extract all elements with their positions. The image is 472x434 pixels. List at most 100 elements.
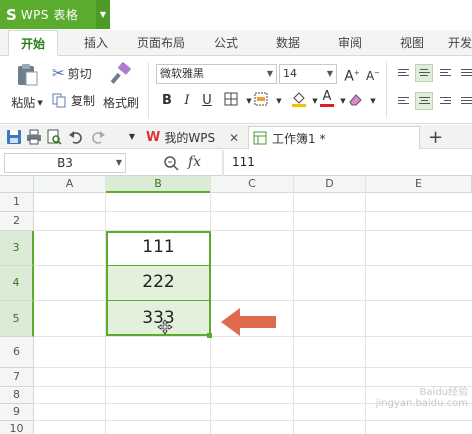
font-name-value: 微软雅黑 [160,67,204,80]
zoom-search-icon[interactable] [163,155,179,171]
tab-workbook1-label: 工作簿1 * [272,131,326,146]
tab-page-layout[interactable]: 页面布局 [130,30,192,56]
chevron-down-icon[interactable]: ▼ [96,0,110,29]
align-center-icon [419,97,430,106]
cut-label: 剪切 [67,66,92,81]
row-header-6[interactable]: 6 [0,337,34,368]
chevron-down-icon[interactable]: ▼ [124,129,140,145]
row-header-2[interactable]: 2 [0,212,34,231]
paint-bucket-icon [292,92,306,107]
align-center-button[interactable] [415,92,433,110]
name-box[interactable]: B3 ▼ [4,153,126,173]
copy-icon [52,93,66,108]
chevron-down-icon: ▼ [266,69,273,78]
tab-formulas[interactable]: 公式 [204,30,248,56]
align-right-icon [440,97,451,106]
row-header-3[interactable]: 3 [0,231,34,266]
paste-button[interactable]: 粘贴 ▼ [8,62,46,120]
watermark: Baidu经验 jingyan.baidu.com [330,383,468,423]
row-header-8[interactable]: 8 [0,387,34,404]
font-name-select[interactable]: 微软雅黑 ▼ [156,64,277,84]
close-icon[interactable]: ✕ [229,131,239,145]
formula-bar: B3 ▼ fx 111 [0,150,472,176]
eraser-icon [348,94,362,106]
wps-logo-icon: W [146,130,161,145]
tab-developer[interactable]: 开发 [448,30,472,56]
wrap-text-button[interactable] [457,64,472,82]
gridline [34,211,472,212]
column-header-a[interactable]: A [34,176,106,193]
undo-icon[interactable] [68,129,84,145]
cell-b3[interactable]: 111 [106,237,211,257]
chevron-down-icon[interactable]: ▼ [364,92,382,110]
arrow-left-icon [221,308,276,336]
tab-workbook1[interactable]: 工作簿1 * [248,126,420,149]
print-preview-icon[interactable] [46,129,62,145]
align-top-button[interactable] [394,64,412,82]
column-header-e[interactable]: E [366,176,472,193]
app-title: WPS 表格 [20,8,79,22]
brush-icon [110,62,131,84]
copy-button[interactable]: 复制 [52,92,95,109]
align-bottom-icon [440,69,451,78]
row-header-1[interactable]: 1 [0,193,34,212]
align-middle-button[interactable] [415,64,433,82]
column-header-b[interactable]: B [106,176,211,193]
tab-data[interactable]: 数据 [266,30,310,56]
increase-font-button[interactable]: A+ [343,64,361,85]
tab-review[interactable]: 审阅 [328,30,372,56]
decrease-font-button[interactable]: A− [364,64,382,83]
divider [148,62,149,118]
align-top-icon [398,69,409,78]
ribbon-tabs: 开始 插入 页面布局 公式 数据 审阅 视图 开发 [0,30,472,56]
tab-my-wps[interactable]: W 我的WPS ✕ [146,126,239,149]
align-right-button[interactable] [436,92,454,110]
cut-button[interactable]: ✂ 剪切 [52,64,92,82]
redo-icon[interactable] [90,129,106,145]
align-middle-icon [419,69,430,78]
chevron-down-icon[interactable]: ▼ [270,92,288,110]
merge-cells-icon [254,92,268,106]
select-all-corner[interactable] [0,176,34,193]
row-header-10[interactable]: 10 [0,421,34,434]
italic-button[interactable]: I [178,92,196,110]
save-icon[interactable] [6,129,22,145]
formula-input[interactable]: 111 [232,155,255,169]
merge-button[interactable] [252,92,270,110]
row-header-5[interactable]: 5 [0,301,34,337]
border-button[interactable] [222,92,240,110]
column-header-c[interactable]: C [211,176,294,193]
align-left-button[interactable] [394,92,412,110]
align-bottom-button[interactable] [436,64,454,82]
format-painter-button[interactable]: 格式刷 [102,62,140,120]
divider [386,62,387,118]
gridline [34,300,472,301]
column-header-d[interactable]: D [294,176,366,193]
print-icon[interactable] [26,129,42,145]
tab-my-wps-label: 我的WPS [164,131,216,145]
new-tab-icon[interactable]: + [428,127,443,148]
fill-handle[interactable] [207,333,212,338]
tab-view[interactable]: 视图 [390,30,434,56]
tab-home[interactable]: 开始 [8,30,58,56]
watermark-text: Baidu经验 jingyan.baidu.com [375,387,468,409]
justify-button[interactable] [457,92,472,110]
wps-logo-icon: S [6,5,17,24]
row-header-7[interactable]: 7 [0,368,34,387]
quick-access-bar: ▼ W 我的WPS ✕ 工作簿1 * + [0,125,472,149]
cell-b4[interactable]: 222 [106,272,211,292]
paste-icon [18,64,38,86]
cell-reference: B3 [57,156,73,170]
chevron-down-icon: ▼ [37,98,43,107]
row-header-9[interactable]: 9 [0,404,34,421]
tab-insert[interactable]: 插入 [72,30,120,56]
font-size-select[interactable]: 14 ▼ [279,64,337,84]
clear-format-button[interactable] [346,92,364,110]
row-header-4[interactable]: 4 [0,266,34,301]
bold-button[interactable]: B [158,92,176,110]
wrap-text-icon [461,69,472,78]
underline-button[interactable]: U [198,92,216,110]
function-icon[interactable]: fx [188,154,201,170]
spreadsheet-icon [253,131,267,145]
app-menu-button[interactable]: S WPS 表格 ▼ [0,0,110,29]
